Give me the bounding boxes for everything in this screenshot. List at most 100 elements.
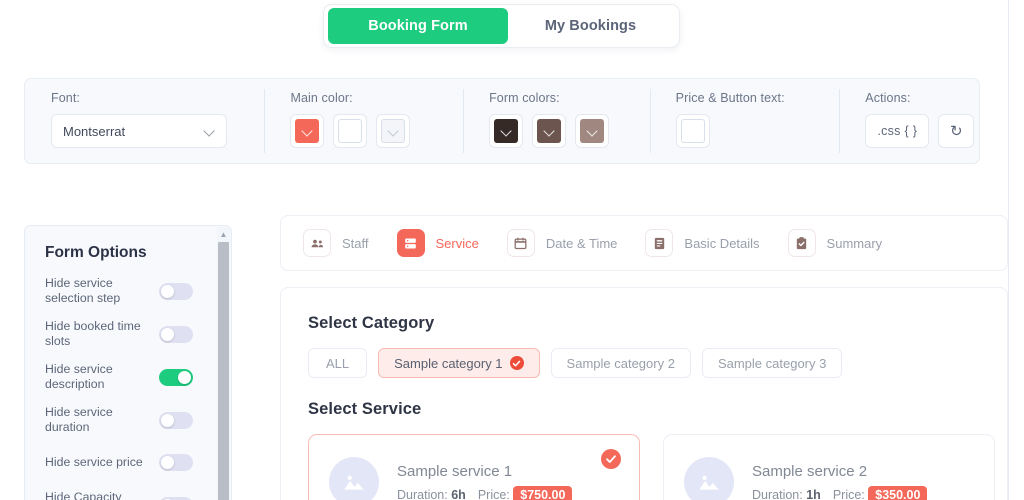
option-toggle[interactable] <box>159 325 193 343</box>
option-row: Hide booked time slots <box>45 319 193 350</box>
service-name: Sample service 1 <box>397 462 513 480</box>
scroll-up-icon[interactable]: ▲ <box>217 227 230 241</box>
color-chip-white <box>680 119 705 143</box>
tab-booking-form-label: Booking Form <box>368 18 468 34</box>
service-card-2[interactable]: Sample service 2 Duration: 1h Price: $35… <box>663 434 995 500</box>
form-color-swatch-1[interactable] <box>489 114 524 148</box>
step-summary[interactable]: Summary <box>787 229 883 257</box>
service-duration: Duration: 1h <box>752 488 821 500</box>
toolbar-group-main-color: Main color: <box>264 79 463 163</box>
select-service-title: Select Service <box>308 400 422 418</box>
service-list-icon <box>396 229 425 257</box>
main-color-swatch-2[interactable] <box>333 114 368 148</box>
tab-my-bookings[interactable]: My Bookings <box>508 8 673 44</box>
tab-my-bookings-label: My Bookings <box>544 18 637 34</box>
service-meta: Duration: 1h Price: $350.00 <box>752 485 928 500</box>
toolbar-group-actions: Actions: .css { } ↻ <box>839 79 979 163</box>
toolbar-group-form-colors: Form colors: <box>463 79 650 163</box>
main-color-label: Main color: <box>290 91 353 105</box>
category-chip-label: ALL <box>326 355 350 371</box>
step-label: Date & Time <box>545 235 618 251</box>
step-staff[interactable]: Staff <box>303 229 369 257</box>
toolbar-group-price-button-text: Price & Button text: <box>649 79 840 163</box>
sidebar-scrollbar[interactable]: ▲ <box>217 227 230 500</box>
form-color-swatch-3[interactable] <box>575 114 610 148</box>
form-options-list: Form Options Hide service selection step… <box>25 226 209 500</box>
color-chip-light-brown <box>580 119 605 143</box>
refresh-icon: ↻ <box>949 123 963 140</box>
service-info: Sample service 1 Duration: 6h Price: $75… <box>397 462 573 500</box>
category-chip-1[interactable]: Sample category 1 <box>378 348 540 378</box>
view-tab-switch: Booking Form My Bookings <box>323 4 680 48</box>
font-select-value: Montserrat <box>63 123 126 139</box>
custom-css-button[interactable]: .css { } <box>865 114 930 148</box>
color-chip-mid-brown <box>537 119 562 143</box>
category-chip-2[interactable]: Sample category 2 <box>550 348 691 378</box>
service-duration-label: Duration: <box>752 487 803 500</box>
category-chip-label: Sample category 3 <box>717 355 827 371</box>
step-label: Staff <box>342 235 369 251</box>
service-price: Price: $750.00 <box>477 485 573 500</box>
main-color-swatch-1[interactable] <box>290 114 325 148</box>
form-options-panel: Form Options Hide service selection step… <box>24 225 232 500</box>
option-row: Hide service duration <box>45 405 193 436</box>
service-price: Price: $350.00 <box>832 485 928 500</box>
font-label: Font: <box>51 91 80 105</box>
check-circle-icon <box>601 449 621 469</box>
scrollbar-thumb[interactable] <box>218 242 229 500</box>
tab-booking-form[interactable]: Booking Form <box>328 8 508 44</box>
option-label: Hide service description <box>45 361 113 392</box>
service-name: Sample service 2 <box>752 462 868 480</box>
font-select[interactable]: Montserrat <box>51 114 227 148</box>
form-color-swatch-2[interactable] <box>532 114 567 148</box>
users-icon <box>303 229 331 257</box>
step-service[interactable]: Service <box>396 229 479 257</box>
service-price-label: Price: <box>477 487 510 500</box>
form-options-title: Form Options <box>45 244 147 261</box>
option-toggle[interactable] <box>159 411 193 429</box>
price-button-text-swatch[interactable] <box>675 114 710 148</box>
option-label: Hide service selection step <box>45 276 121 306</box>
document-icon <box>645 229 674 257</box>
booking-form-builder-page: Booking Form My Bookings Font: Montserra… <box>0 0 1024 500</box>
booking-content-card: Select Category ALL Sample category 1 Sa… <box>280 287 1008 500</box>
image-placeholder-icon <box>684 457 734 500</box>
viewport-right-edge <box>1008 0 1024 500</box>
service-price-value: $350.00 <box>868 485 928 500</box>
step-label: Summary <box>826 235 883 251</box>
calendar-icon <box>506 229 535 257</box>
custom-css-label: .css { } <box>877 124 918 138</box>
step-basic-details[interactable]: Basic Details <box>645 229 760 257</box>
option-toggle[interactable] <box>159 368 193 386</box>
reset-button[interactable]: ↻ <box>938 114 975 148</box>
step-label: Basic Details <box>684 235 760 251</box>
service-price-value: $750.00 <box>513 485 573 500</box>
price-button-text-label: Price & Button text: <box>675 91 785 105</box>
main-color-swatch-3[interactable] <box>376 114 411 148</box>
option-toggle[interactable] <box>159 454 193 472</box>
option-row: Hide service selection step <box>45 276 193 307</box>
chevron-down-icon <box>302 126 313 137</box>
service-card-list: Sample service 1 Duration: 6h Price: $75… <box>308 434 1007 500</box>
option-toggle[interactable] <box>159 282 193 300</box>
category-chip-all[interactable]: ALL <box>308 348 368 378</box>
chevron-down-icon <box>544 126 555 137</box>
category-chip-3[interactable]: Sample category 3 <box>701 348 843 378</box>
step-label: Service <box>435 235 479 251</box>
clipboard-check-icon <box>787 229 816 257</box>
service-duration: Duration: 6h <box>397 488 466 500</box>
option-label: Hide service price <box>45 455 143 470</box>
category-filter-list: ALL Sample category 1 Sample category 2 … <box>308 348 1007 378</box>
appearance-toolbar: Font: Montserrat Main color: Form colors… <box>24 78 980 164</box>
color-chip-dark-brown <box>494 119 519 143</box>
option-row: Hide Capacity Information <box>45 490 193 500</box>
chevron-down-icon <box>388 126 399 137</box>
service-card-1[interactable]: Sample service 1 Duration: 6h Price: $75… <box>308 434 640 500</box>
option-label: Hide service duration <box>45 404 113 435</box>
chevron-down-icon <box>501 126 512 137</box>
step-date-time[interactable]: Date & Time <box>506 229 618 257</box>
service-duration-label: Duration: <box>397 487 448 500</box>
color-chip-white <box>338 119 363 143</box>
service-price-label: Price: <box>832 487 865 500</box>
chevron-down-icon <box>204 126 215 137</box>
